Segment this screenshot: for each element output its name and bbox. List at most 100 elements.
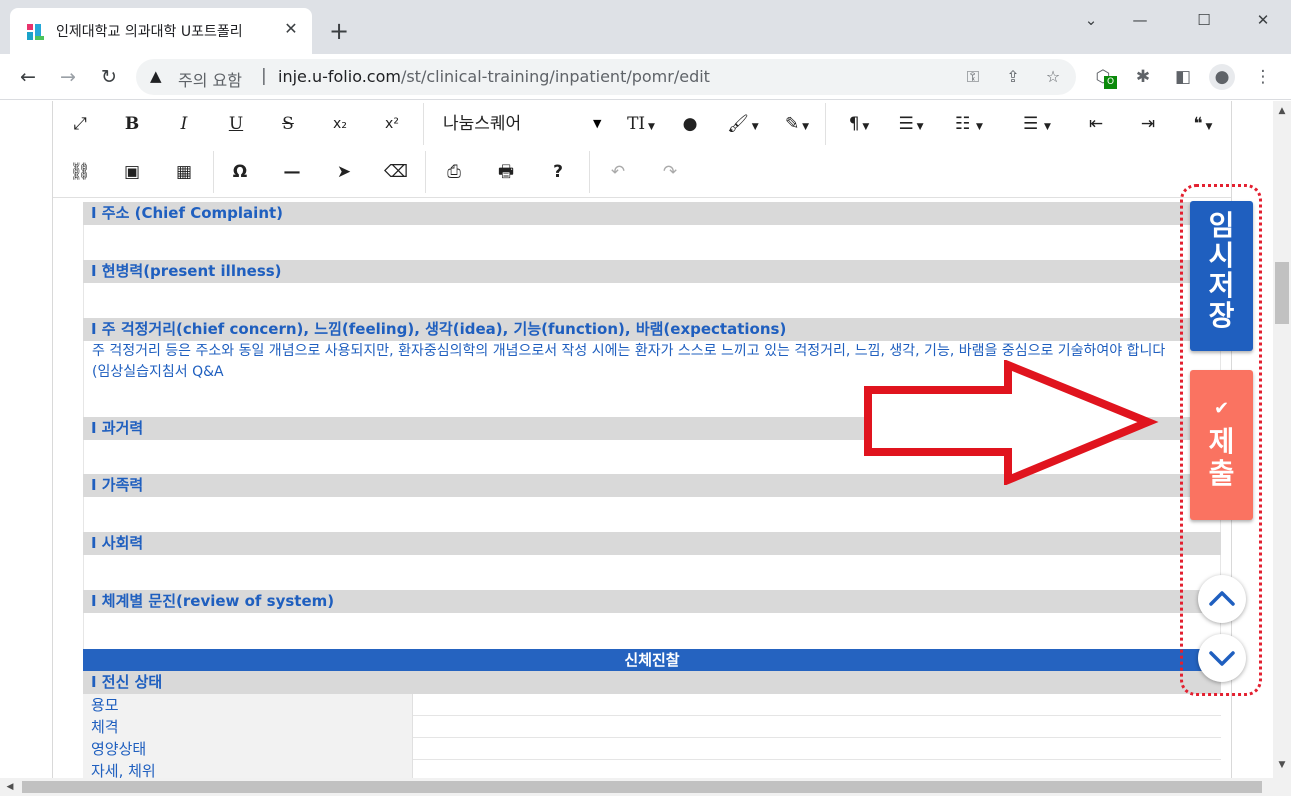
temp-save-button[interactable]: 임 시 저 장 [1190, 201, 1253, 351]
toolbar-divider [589, 151, 590, 193]
section-note: 주 걱정거리 등은 주소와 동일 개념으로 사용되지만, 환자중심의학의 개념으… [92, 343, 1166, 359]
horizontal-line-icon[interactable]: — [275, 157, 309, 187]
horizontal-scrollbar[interactable]: ◀ [0, 778, 1291, 796]
section-body[interactable] [83, 555, 1221, 590]
section-header-general-condition: I 전신 상태 [83, 671, 1221, 694]
tab-title: 인제대학교 의과대학 U포트폴리 [56, 24, 243, 40]
scroll-down-button[interactable] [1198, 634, 1246, 682]
maximize-icon[interactable]: ☐ [1189, 8, 1219, 32]
help-button[interactable]: ? [541, 157, 575, 187]
chevron-up-icon [1209, 591, 1235, 606]
select-pointer-icon[interactable]: ➤ [327, 157, 361, 187]
section-body[interactable] [83, 283, 1221, 318]
quote-icon: ❝ [1193, 114, 1203, 134]
eraser-icon[interactable]: ⌫ [379, 157, 413, 187]
key-icon[interactable]: ⚿ [962, 67, 984, 89]
ordered-list-icon[interactable]: ☷ ▼ [943, 109, 995, 139]
tab-search-icon[interactable]: ⌄ [1076, 8, 1106, 32]
image-icon[interactable]: ▣ [115, 157, 149, 187]
paragraph-format-button[interactable]: ¶ ▼ [837, 109, 881, 139]
toolbar-divider [213, 151, 214, 193]
vertical-scrollbar[interactable]: ▲ ▼ [1273, 101, 1291, 778]
align-icon[interactable]: ☰ ▼ [889, 109, 933, 139]
bold-button[interactable]: B [115, 109, 149, 139]
strikethrough-button[interactable]: S [271, 109, 305, 139]
exam-row-label: 자세, 체위 [83, 760, 413, 778]
outdent-icon[interactable]: ⇤ [1079, 109, 1113, 139]
browser-tab[interactable]: 인제대학교 의과대학 U포트폴리 ✕ [10, 8, 312, 54]
browser-toolbar: ← → ↻ ▲ 주의 요함 | inje.u-folio.com/st/clin… [0, 54, 1291, 100]
subscript-button[interactable]: x₂ [323, 109, 357, 139]
physical-exam-header: 신체진찰 [83, 649, 1221, 671]
exam-row-label: 용모 [83, 694, 413, 716]
address-bar[interactable]: ▲ 주의 요함 | inje.u-folio.com/st/clinical-t… [136, 59, 1076, 95]
url-text[interactable]: inje.u-folio.com/st/clinical-training/in… [278, 67, 710, 86]
url-path: /st/clinical-training/inpatient/pomr/edi… [400, 67, 710, 86]
section-header-chief-concern: I 주 걱정거리(chief concern), 느낌(feeling), 생각… [83, 318, 1221, 341]
brush-icon[interactable]: 🖌 ▼ [721, 109, 765, 139]
new-tab-button[interactable]: + [326, 18, 352, 44]
warning-icon[interactable]: ▲ [150, 67, 168, 85]
toolbar-divider [825, 103, 826, 145]
paragraph-icon: ¶ [848, 114, 860, 134]
chevron-down-icon [1209, 651, 1235, 666]
menu-kebab-icon[interactable]: ⋮ [1250, 64, 1276, 90]
vertical-scroll-thumb[interactable] [1275, 262, 1289, 324]
table-row[interactable]: 영양상태 [83, 738, 1221, 760]
superscript-button[interactable]: x² [375, 109, 409, 139]
section-body[interactable] [83, 613, 1221, 649]
underline-button[interactable]: U [219, 109, 253, 139]
redo-icon[interactable]: ↷ [653, 157, 687, 187]
reload-icon[interactable]: ↻ [95, 64, 123, 90]
profile-avatar-icon[interactable]: ● [1209, 64, 1235, 90]
back-icon[interactable]: ← [14, 64, 42, 90]
minimize-icon[interactable]: — [1125, 8, 1155, 32]
undo-icon[interactable]: ↶ [601, 157, 635, 187]
side-panel-icon[interactable]: ◧ [1170, 64, 1196, 90]
tab-close-icon[interactable]: ✕ [280, 18, 302, 40]
url-host: inje.u-folio.com [278, 67, 401, 86]
print-icon[interactable]: 🖶 [489, 157, 523, 187]
bookmark-star-icon[interactable]: ☆ [1042, 67, 1064, 89]
submit-button[interactable]: ✔ 제 출 [1190, 370, 1253, 520]
special-character-button[interactable]: Ω [223, 157, 257, 187]
section-body[interactable] [83, 225, 1221, 260]
table-row[interactable]: 체격 [83, 716, 1221, 738]
section-body[interactable] [83, 497, 1221, 532]
unordered-list-icon[interactable]: ☰ ▼ [1011, 109, 1063, 139]
font-size-button[interactable]: TI ▼ [619, 109, 663, 139]
share-icon[interactable]: ⇪ [1002, 67, 1024, 89]
horizontal-scroll-thumb[interactable] [22, 781, 1262, 793]
text-color-icon[interactable]: ● [673, 109, 707, 139]
table-icon[interactable]: ▦ [167, 157, 201, 187]
window-close-icon[interactable]: ✕ [1248, 8, 1278, 32]
scroll-left-arrow-icon[interactable]: ◀ [2, 779, 18, 795]
chevron-down-icon[interactable]: ▼ [593, 109, 607, 139]
font-family-select[interactable]: 나눔스퀘어 [443, 109, 603, 139]
submit-label: 제 출 [1208, 425, 1235, 490]
table-row[interactable]: 자세, 체위 [83, 760, 1221, 778]
scroll-down-arrow-icon[interactable]: ▼ [1274, 757, 1290, 773]
url-separator: | [261, 66, 267, 86]
extension-cube-icon[interactable]: ⬡ O [1090, 64, 1117, 90]
extensions-puzzle-icon[interactable]: ✱ [1130, 64, 1156, 90]
toolbar-divider [423, 103, 424, 145]
fullscreen-icon[interactable]: ⤢ [63, 109, 97, 139]
italic-button[interactable]: I [167, 109, 201, 139]
scroll-up-button[interactable] [1198, 575, 1246, 623]
annotation-arrow-icon [864, 360, 1159, 485]
forward-icon[interactable]: → [54, 64, 82, 90]
security-label: 주의 요함 [178, 71, 242, 90]
scroll-up-arrow-icon[interactable]: ▲ [1274, 103, 1290, 119]
temp-save-label: 임 시 저 장 [1208, 209, 1235, 332]
exam-row-label: 영양상태 [83, 738, 413, 760]
section-header-present-illness: I 현병력(present illness) [83, 260, 1221, 283]
magic-wand-icon[interactable]: ✎ ▼ [775, 109, 819, 139]
indent-icon[interactable]: ⇥ [1131, 109, 1165, 139]
link-icon[interactable]: ⛓ [63, 157, 97, 187]
editor-toolbar: ⤢ B I U S x₂ x² 나눔스퀘어 ▼ TI ▼ ● 🖌 ▼ ✎ ▼ ¶… [53, 101, 1231, 198]
table-row[interactable]: 용모 [83, 694, 1221, 716]
pdf-icon[interactable]: ⎙ [437, 157, 471, 187]
extension-badge: O [1104, 76, 1117, 89]
quote-button[interactable]: ❝ ▼ [1181, 109, 1225, 139]
